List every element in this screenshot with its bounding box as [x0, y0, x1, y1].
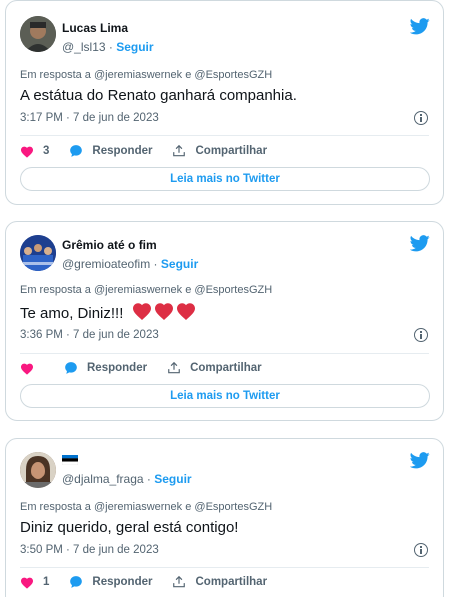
speech-bubble-icon [70, 576, 83, 588]
timestamp[interactable]: 3:36 PM · 7 de jun de 2023 [20, 329, 159, 341]
info-icon[interactable] [414, 543, 428, 557]
share-icon [173, 575, 186, 588]
share-button[interactable]: Compartilhar [167, 361, 262, 375]
heart-emoji-icons [132, 302, 198, 325]
display-name[interactable]: Lucas Lima [62, 21, 128, 35]
twitter-bird-icon[interactable] [410, 18, 430, 35]
handle-row: @gremioateofim · Seguir [62, 257, 199, 271]
tweet-text: A estátua do Renato ganhará companhia. [20, 87, 297, 104]
share-icon [173, 144, 186, 157]
follow-button[interactable]: Seguir [116, 40, 153, 54]
share-button[interactable]: Compartilhar [172, 144, 267, 158]
action-bar: 1 Responder Compartilhar [20, 573, 267, 591]
like-button[interactable]: 3 [20, 145, 49, 158]
info-icon[interactable] [414, 111, 428, 125]
share-label: Compartilhar [195, 576, 268, 588]
divider [20, 567, 429, 568]
heart-icon [20, 577, 34, 589]
like-count: 1 [43, 576, 50, 588]
handle-row: @_lsl13 · Seguir [62, 40, 154, 54]
avatar[interactable] [20, 16, 56, 52]
reply-context: Em resposta a @jeremiaswernek e @Esporte… [20, 69, 273, 81]
reply-label: Responder [87, 362, 148, 374]
like-count: 3 [43, 145, 50, 157]
speech-bubble-icon [70, 145, 83, 157]
handle[interactable]: @gremioateofim [62, 257, 150, 271]
follow-button[interactable]: Seguir [154, 472, 191, 486]
heart-icon [20, 146, 34, 158]
action-bar: 3 Responder Compartilhar [20, 142, 267, 160]
tweet-text: Te amo, Diniz!!! [20, 305, 124, 322]
avatar[interactable] [20, 235, 56, 271]
twitter-bird-icon[interactable] [410, 452, 430, 469]
follow-button[interactable]: Seguir [161, 257, 198, 271]
avatar[interactable] [20, 452, 56, 488]
share-icon [168, 361, 180, 374]
reply-button[interactable]: Responder [69, 144, 152, 158]
reply-button[interactable]: Responder [69, 575, 152, 589]
read-more-button[interactable]: Leia mais no Twitter [20, 167, 430, 191]
reply-context: Em resposta a @jeremiaswernek e @Esporte… [20, 284, 273, 296]
reply-button[interactable]: Responder [64, 361, 147, 375]
share-button[interactable]: Compartilhar [172, 575, 267, 589]
reply-label: Responder [92, 145, 153, 157]
info-icon[interactable] [414, 328, 428, 342]
action-bar: Responder Compartilhar [20, 359, 262, 377]
like-button[interactable]: 1 [20, 576, 49, 589]
like-button[interactable] [20, 362, 34, 375]
tweet-text-row: Te amo, Diniz!!! ❤️❤️❤️ [20, 302, 198, 325]
tweet-card: @djalma_fraga · Seguir Em resposta a @je… [5, 438, 444, 597]
twitter-bird-icon[interactable] [410, 235, 430, 252]
share-label: Compartilhar [195, 145, 268, 157]
timestamp[interactable]: 3:50 PM · 7 de jun de 2023 [20, 544, 159, 556]
read-more-button[interactable]: Leia mais no Twitter [20, 384, 430, 408]
handle[interactable]: @_lsl13 [62, 40, 106, 54]
reply-label: Responder [92, 576, 153, 588]
share-label: Compartilhar [190, 362, 262, 374]
handle[interactable]: @djalma_fraga [62, 472, 144, 486]
reply-context: Em resposta a @jeremiaswernek e @Esporte… [20, 501, 273, 513]
tweet-card: Grêmio até o fim @gremioateofim · Seguir… [5, 221, 444, 421]
estonia-flag-icon [62, 455, 78, 465]
timestamp[interactable]: 3:17 PM · 7 de jun de 2023 [20, 112, 159, 124]
heart-icon [20, 363, 34, 375]
display-name[interactable]: Grêmio até o fim [62, 238, 157, 252]
tweet-text: Diniz querido, geral está contigo! [20, 519, 239, 536]
tweet-card: Lucas Lima @_lsl13 · Seguir Em resposta … [5, 0, 444, 205]
handle-row: @djalma_fraga · Seguir [62, 472, 192, 486]
divider [20, 135, 429, 136]
speech-bubble-icon [65, 362, 77, 374]
divider [20, 353, 429, 354]
